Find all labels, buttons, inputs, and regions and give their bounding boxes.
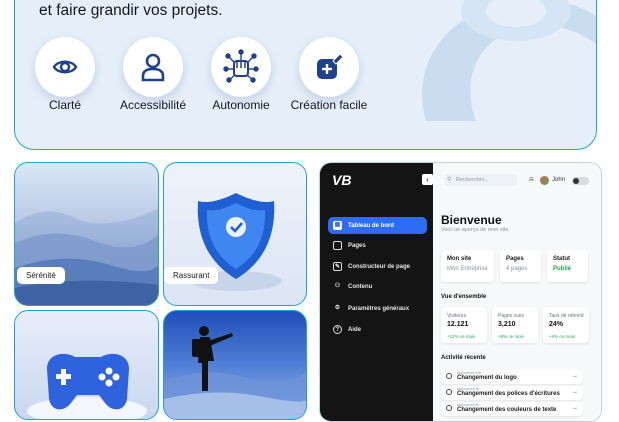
hero-section: et faire grandir vos projets. Clarté Acc… <box>14 0 597 150</box>
sidebar-item-aide[interactable]: ? Aide <box>328 321 427 338</box>
pages-card-value: 4 pages <box>506 266 528 272</box>
help-icon: ? <box>333 325 342 334</box>
eye-icon <box>52 60 78 74</box>
rassurant-tag: Rassurant <box>164 267 219 284</box>
stat-card: Pages vues 3,210 +8% ce mois <box>492 307 538 343</box>
serenite-card: Sérénité <box>14 162 159 306</box>
hero-text: et faire grandir vos projets. <box>39 2 223 19</box>
activity-item[interactable]: Aujourd'hui 8h Changement des couleurs d… <box>441 402 583 416</box>
stat-label: Taux de rebond <box>549 313 584 319</box>
sidebar-item-label: Contenu <box>348 283 373 290</box>
stat-card: Visiteurs 12.121 +12% ce mois <box>441 307 487 343</box>
sidebar-item-label: Aide <box>348 326 362 333</box>
gamepad-icon <box>27 353 147 419</box>
feature-autonomie-icon-circle <box>211 37 271 97</box>
logo: VB <box>332 172 352 188</box>
bell-icon[interactable]: ⍾ <box>529 176 534 184</box>
activity-text: Changement du logo <box>457 375 517 381</box>
user-icon <box>141 53 165 82</box>
sidebar-item-pages[interactable]: Pages <box>328 237 427 254</box>
stat-value: 24% <box>549 321 564 328</box>
sidebar-item-label: Tableau de bord <box>348 222 394 229</box>
dashboard-main: Rechercher... ⚲ ⍾ John Bienvenue Voici u… <box>433 163 601 421</box>
arrow-right-icon: → <box>572 405 578 411</box>
decorative-swirl <box>422 0 596 121</box>
serenite-tag: Sérénité <box>17 267 65 284</box>
site-card-value: Mon Entreprise <box>447 266 488 272</box>
sidebar: VB ‹ ▦ Tableau de bord Pages ✎ Construct… <box>320 163 433 421</box>
stat-label: Visiteurs <box>447 313 467 319</box>
mountains-image <box>15 208 158 305</box>
stat-card: Taux de rebond 24% +4% ce mois <box>543 307 589 343</box>
stat-change: +12% ce mois <box>447 334 476 339</box>
activity-text: Changement des couleurs de texte <box>457 407 557 413</box>
theme-toggle[interactable] <box>572 177 589 185</box>
user-name: John <box>552 177 566 183</box>
sidebar-item-tableau-de-bord[interactable]: ▦ Tableau de bord <box>328 217 427 234</box>
arrow-right-icon: → <box>572 373 578 379</box>
stat-change: +4% ce mois <box>549 334 575 339</box>
edit-add-icon <box>317 53 344 79</box>
status-badge: Publié <box>553 266 572 272</box>
gamepad-card <box>14 310 159 420</box>
clock-icon <box>446 405 452 411</box>
sidebar-item-contenu[interactable]: ⚇ Contenu <box>328 278 427 295</box>
shield-icon <box>190 193 282 291</box>
sidebar-item-constructeur[interactable]: ✎ Constructeur de page <box>328 258 427 275</box>
overview-title: Vue d'ensemble <box>441 294 487 300</box>
site-card-title: Mon site <box>447 256 472 262</box>
stat-change: +8% ce mois <box>498 334 524 339</box>
stat-label: Pages vues <box>498 313 525 319</box>
search-input[interactable]: Rechercher... <box>444 174 517 186</box>
activity-text: Changement des polices d'écritures <box>457 391 560 397</box>
feature-clarte-icon-circle <box>35 37 95 97</box>
site-card: Mon site Mon Entreprise <box>441 250 494 282</box>
clock-icon <box>446 389 452 395</box>
page-title: Bienvenue <box>441 213 502 227</box>
grid-icon: ▦ <box>333 221 342 230</box>
activity-title: Activité récente <box>441 355 486 361</box>
content-icon: ⚇ <box>334 283 341 289</box>
clock-icon <box>446 373 452 379</box>
fist-network-icon <box>223 49 259 83</box>
avatar[interactable] <box>540 176 549 185</box>
hiker-image <box>164 326 306 419</box>
sidebar-item-label: Constructeur de page <box>348 263 411 270</box>
feature-accessibilite-icon-circle <box>123 37 183 97</box>
sidebar-item-label: Paramètres généraux <box>348 305 410 312</box>
arrow-right-icon: → <box>572 389 578 395</box>
stat-value: 12.121 <box>447 321 469 328</box>
pages-card: Pages 4 pages <box>500 250 541 282</box>
status-card: Statut Publié <box>547 250 588 282</box>
gear-icon: ⚙ <box>334 305 341 311</box>
activity-item[interactable]: Aujourd'hui 10h Changement du logo → <box>441 370 583 384</box>
stat-value: 3,210 <box>498 321 516 328</box>
status-card-title: Statut <box>553 256 570 262</box>
rassurant-card: Rassurant <box>163 162 307 306</box>
page-subtitle: Voici un aperçu de mon site. <box>441 227 511 233</box>
hiker-card <box>163 310 307 420</box>
dashboard-preview: VB ‹ ▦ Tableau de bord Pages ✎ Construct… <box>319 162 602 422</box>
sidebar-item-label: Pages <box>348 242 366 249</box>
collapse-sidebar-button[interactable]: ‹ <box>422 174 433 185</box>
activity-item[interactable]: Aujourd'hui 9h Changement des polices d'… <box>441 386 583 400</box>
sidebar-item-parametres[interactable]: ⚙ Paramètres généraux <box>328 300 427 317</box>
feature-creation-icon-circle <box>299 37 359 97</box>
page-icon <box>333 241 342 250</box>
pages-card-title: Pages <box>506 256 524 262</box>
search-icon: ⚲ <box>447 177 452 183</box>
feature-label: Création facile <box>290 98 368 112</box>
builder-icon: ✎ <box>333 262 342 271</box>
